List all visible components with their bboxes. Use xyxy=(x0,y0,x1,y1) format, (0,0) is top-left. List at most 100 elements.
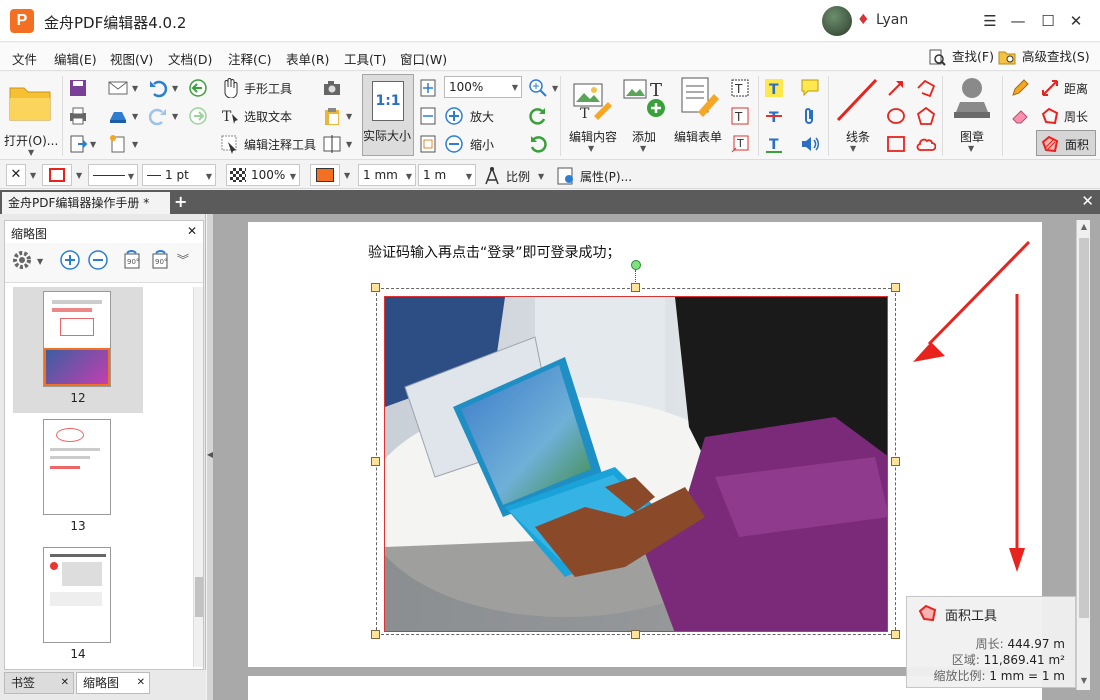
minimize-button[interactable]: — xyxy=(1004,8,1032,34)
cloud-icon[interactable] xyxy=(916,134,936,154)
close-button[interactable]: ✕ xyxy=(1062,8,1090,34)
zoom-in-icon[interactable] xyxy=(59,249,81,271)
fit-width-icon[interactable] xyxy=(418,106,438,126)
camera-icon[interactable] xyxy=(322,78,342,98)
email-icon[interactable] xyxy=(108,78,128,98)
zoom-in-button[interactable]: 放大 xyxy=(444,104,524,128)
underline-text-icon[interactable]: T xyxy=(764,134,784,154)
stamp-button[interactable]: 图章 ▼ xyxy=(946,74,998,156)
pencil-icon[interactable] xyxy=(1010,78,1030,98)
scale-from-select[interactable]: 1 mm ▼ xyxy=(358,164,416,186)
close-icon[interactable]: ✕ xyxy=(61,673,69,693)
vertical-scrollbar[interactable]: ▲ ▼ xyxy=(1076,220,1090,690)
paperclip-icon[interactable] xyxy=(800,106,820,126)
no-fill-icon[interactable]: ✕ xyxy=(6,164,26,186)
edit-form-button[interactable]: 编辑表单 xyxy=(674,74,726,156)
scale-to-select[interactable]: 1 m ▼ xyxy=(418,164,476,186)
avatar[interactable] xyxy=(822,6,852,36)
menu-tools[interactable]: 工具(T) xyxy=(344,49,386,68)
scan-icon[interactable] xyxy=(108,106,128,126)
print-icon[interactable] xyxy=(68,106,88,126)
open-button[interactable]: 打开(O)... ▼ xyxy=(4,78,60,157)
fill-color-picker[interactable] xyxy=(310,164,340,186)
highlight-text-icon[interactable]: T xyxy=(764,78,784,98)
resize-handle[interactable] xyxy=(891,283,900,292)
hamburger-menu-icon[interactable]: ☰ xyxy=(976,8,1004,34)
resize-handle[interactable] xyxy=(631,630,640,639)
menu-file[interactable]: 文件 xyxy=(12,49,37,68)
polyline-icon[interactable] xyxy=(916,78,936,98)
scroll-down-icon[interactable]: ▼ xyxy=(1079,676,1089,688)
polygon-icon[interactable] xyxy=(916,106,936,126)
save-icon[interactable] xyxy=(68,78,88,98)
resize-handle[interactable] xyxy=(371,457,380,466)
gear-icon[interactable] xyxy=(11,249,33,271)
find-button[interactable]: 查找(F) xyxy=(928,46,994,68)
perimeter-button[interactable]: 周长 xyxy=(1038,104,1096,128)
advanced-find-button[interactable]: 高级查找(S) xyxy=(998,46,1090,68)
close-icon[interactable]: ✕ xyxy=(187,224,197,238)
resize-handle[interactable] xyxy=(631,283,640,292)
scroll-up-icon[interactable]: ▲ xyxy=(1079,222,1089,234)
export-icon[interactable] xyxy=(68,134,88,154)
line-width-select[interactable]: 1 pt ▼ xyxy=(142,164,216,186)
stroke-color-picker[interactable] xyxy=(42,164,72,186)
eraser-icon[interactable] xyxy=(1010,106,1030,126)
fit-visible-icon[interactable] xyxy=(418,134,438,154)
undo-icon[interactable] xyxy=(148,78,168,98)
menu-document[interactable]: 文档(D) xyxy=(168,49,212,68)
chevron-down-icon[interactable]: ▼ xyxy=(28,148,34,157)
compare-icon[interactable] xyxy=(322,134,342,154)
thumbnail-item[interactable]: 13 xyxy=(13,415,143,541)
thumbnail-scrollbar[interactable] xyxy=(193,287,203,667)
add-tab-icon[interactable]: + xyxy=(174,193,187,211)
menu-window[interactable]: 窗口(W) xyxy=(400,49,447,68)
rotate-left-icon[interactable] xyxy=(528,106,548,126)
select-text-button[interactable]: T 选取文本 xyxy=(218,104,318,128)
area-button[interactable]: 面积 xyxy=(1036,130,1096,156)
zoom-out-icon[interactable] xyxy=(87,249,109,271)
menu-view[interactable]: 视图(V) xyxy=(110,49,153,68)
sound-icon[interactable] xyxy=(800,134,820,154)
resize-handle[interactable] xyxy=(371,283,380,292)
edit-content-button[interactable]: T 编辑内容 ▼ xyxy=(566,74,620,156)
ellipse-icon[interactable] xyxy=(886,106,906,126)
fit-page-icon[interactable] xyxy=(418,78,438,98)
forward-icon[interactable] xyxy=(188,106,208,126)
sticky-note-icon[interactable] xyxy=(800,78,820,98)
tab-bookmarks[interactable]: 书签 ✕ xyxy=(4,672,74,694)
lines-button[interactable]: 线条 ▼ xyxy=(832,74,880,156)
maximize-button[interactable]: ☐ xyxy=(1034,8,1062,34)
close-tab-icon[interactable]: ✕ xyxy=(1081,192,1094,210)
scroll-thumb[interactable] xyxy=(1079,238,1089,618)
opacity-select[interactable]: 100% ▼ xyxy=(226,164,300,186)
zoom-out-button[interactable]: 缩小 xyxy=(444,132,524,156)
double-chevron-down-icon[interactable]: ︾ xyxy=(177,251,189,268)
rotate-left-90-icon[interactable]: 90° xyxy=(121,249,143,271)
magnifier-icon[interactable] xyxy=(528,78,548,98)
resize-handle[interactable] xyxy=(371,630,380,639)
new-document-icon[interactable] xyxy=(108,134,128,154)
rotate-right-icon[interactable] xyxy=(528,134,548,154)
close-icon[interactable]: ✕ xyxy=(137,673,145,693)
ratio-button[interactable]: 比例 ▼ xyxy=(482,165,546,187)
line-style-select[interactable]: ▼ xyxy=(88,164,138,186)
arrow-icon[interactable] xyxy=(886,78,906,98)
actual-size-button[interactable]: 1:1 实际大小 xyxy=(362,74,414,156)
thumbnail-item[interactable]: 12 xyxy=(13,287,143,413)
rectangle-icon[interactable] xyxy=(886,134,906,154)
tab-thumbnails[interactable]: 缩略图 ✕ xyxy=(76,672,150,694)
rotate-right-90-icon[interactable]: 90° xyxy=(149,249,171,271)
menu-comment[interactable]: 注释(C) xyxy=(228,49,271,68)
callout-icon[interactable]: T xyxy=(730,134,750,154)
resize-handle[interactable] xyxy=(891,630,900,639)
add-button[interactable]: T 添加 ▼ xyxy=(622,74,670,156)
clipboard-icon[interactable] xyxy=(322,106,342,126)
back-icon[interactable] xyxy=(188,78,208,98)
distance-button[interactable]: 距离 xyxy=(1038,76,1096,100)
user-name[interactable]: Lyan xyxy=(876,12,908,28)
edit-annotation-button[interactable]: 编辑注释工具 xyxy=(218,132,328,156)
selected-image[interactable] xyxy=(384,296,888,632)
redo-icon[interactable] xyxy=(148,106,168,126)
zoom-select[interactable]: 100% ▼ xyxy=(444,76,522,98)
